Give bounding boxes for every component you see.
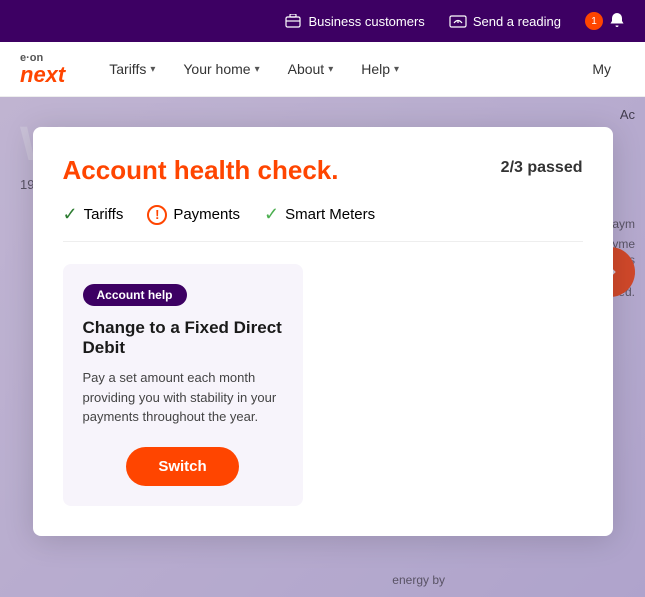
account-health-modal: Account health check. 2/3 passed ✓ Tarif… <box>33 127 613 536</box>
card-title: Change to a Fixed Direct Debit <box>83 318 283 358</box>
send-reading-label: Send a reading <box>473 14 561 29</box>
send-reading-link[interactable]: Send a reading <box>449 12 561 30</box>
card-description: Pay a set amount each month providing yo… <box>83 368 283 427</box>
nav-your-home[interactable]: Your home ▾ <box>169 42 273 97</box>
check-items-row: ✓ Tariffs ! Payments ✓ Smart Meters <box>63 204 583 242</box>
briefcase-icon <box>284 12 302 30</box>
switch-button[interactable]: Switch <box>126 447 238 486</box>
chevron-down-icon: ▾ <box>328 64 333 75</box>
nav-about[interactable]: About ▾ <box>274 42 348 97</box>
nav-items: Tariffs ▾ Your home ▾ About ▾ Help ▾ My <box>95 42 625 97</box>
account-help-card: Account help Change to a Fixed Direct De… <box>63 264 303 506</box>
check-ok-icon-2: ✓ <box>264 204 279 225</box>
check-item-payments: ! Payments <box>147 205 240 225</box>
nav-help[interactable]: Help ▾ <box>347 42 413 97</box>
check-ok-icon: ✓ <box>63 204 78 225</box>
chevron-down-icon: ▾ <box>394 64 399 75</box>
notification-icon <box>609 12 625 31</box>
check-tariffs-label: Tariffs <box>84 206 124 223</box>
check-item-tariffs: ✓ Tariffs <box>63 204 124 225</box>
notification-badge: 1 <box>585 12 603 30</box>
notification-link[interactable]: 1 <box>585 12 625 31</box>
business-customers-label: Business customers <box>308 14 424 29</box>
chevron-down-icon: ▾ <box>150 64 155 75</box>
top-bar: Business customers Send a reading 1 <box>0 0 645 42</box>
card-tag: Account help <box>83 284 187 306</box>
logo[interactable]: e·on next <box>20 53 65 86</box>
check-payments-label: Payments <box>173 206 240 223</box>
chevron-down-icon: ▾ <box>255 64 260 75</box>
check-item-smart-meters: ✓ Smart Meters <box>264 204 375 225</box>
nav-tariffs[interactable]: Tariffs ▾ <box>95 42 169 97</box>
nav-my[interactable]: My <box>578 42 625 97</box>
nav-bar: e·on next Tariffs ▾ Your home ▾ About ▾ … <box>0 42 645 97</box>
check-smart-meters-label: Smart Meters <box>285 206 375 223</box>
modal-header: Account health check. 2/3 passed <box>63 155 583 186</box>
meter-icon <box>449 12 467 30</box>
logo-next: next <box>20 64 65 86</box>
business-customers-link[interactable]: Business customers <box>284 12 424 30</box>
check-warn-icon: ! <box>147 205 167 225</box>
modal-passed: 2/3 passed <box>501 155 583 177</box>
modal-overlay: Account health check. 2/3 passed ✓ Tarif… <box>0 97 645 597</box>
modal-title: Account health check. <box>63 155 339 186</box>
